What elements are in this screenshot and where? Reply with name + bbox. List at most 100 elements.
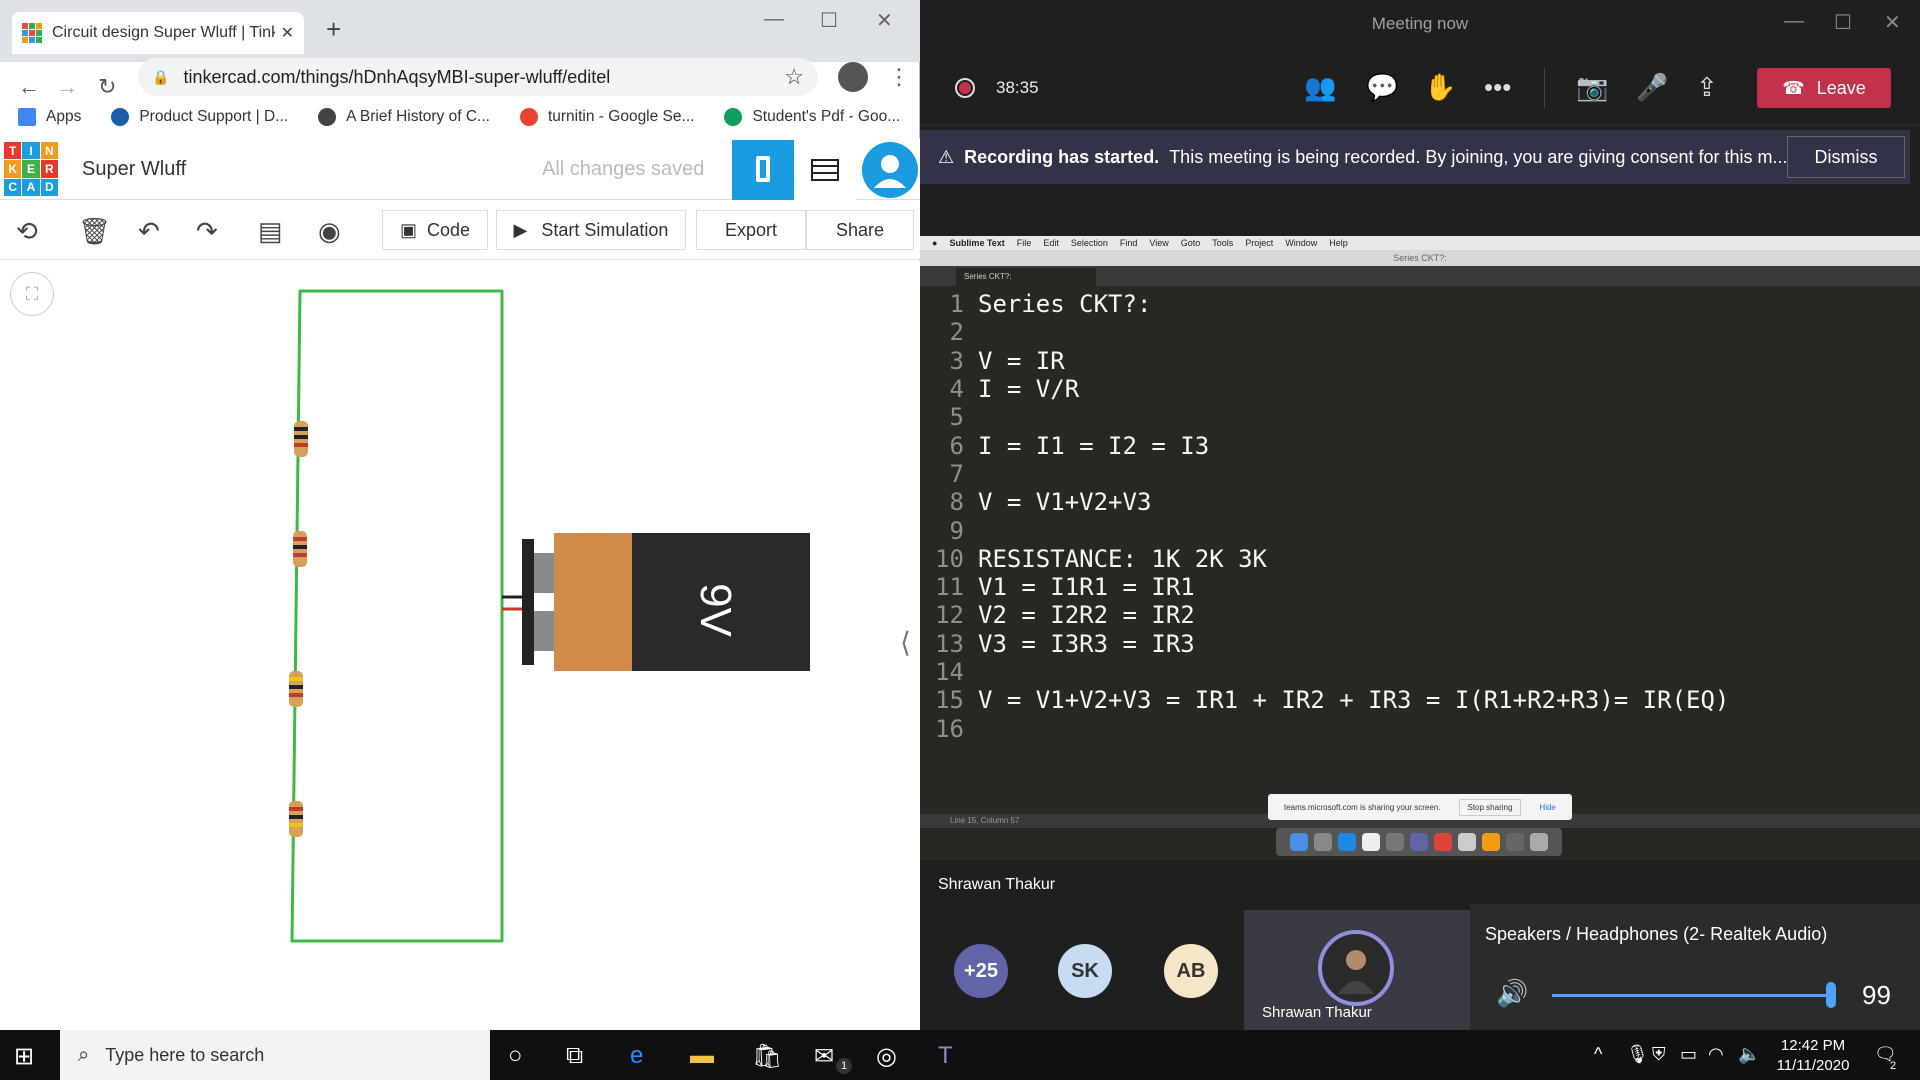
raise-hand-icon[interactable]: ✋: [1424, 72, 1456, 103]
dismiss-button[interactable]: Dismiss: [1787, 136, 1905, 178]
reload-icon[interactable]: ↻: [98, 74, 116, 100]
task-view-icon[interactable]: ⧉: [566, 1042, 583, 1070]
component-list-button[interactable]: [794, 140, 856, 200]
code-line[interactable]: 9: [920, 516, 1920, 545]
bookmark-star-icon[interactable]: ☆: [784, 64, 804, 90]
code-line[interactable]: 3 V = IR: [920, 347, 1920, 375]
teams-close-icon[interactable]: ✕: [1884, 10, 1901, 35]
profile-avatar[interactable]: [838, 62, 868, 92]
more-participants-badge[interactable]: +25: [954, 944, 1008, 998]
participants-icon[interactable]: 👥: [1304, 72, 1336, 103]
code-line[interactable]: 4 I = V/R: [920, 375, 1920, 403]
export-button[interactable]: Export: [696, 210, 806, 250]
code-line[interactable]: 11 V1 = I1R1 = IR1: [920, 573, 1920, 601]
close-tab-icon[interactable]: ✕: [281, 23, 294, 43]
store-icon[interactable]: 🛍: [752, 1042, 782, 1071]
edge-icon[interactable]: e: [630, 1042, 643, 1070]
teams-minimize-icon[interactable]: —: [1784, 10, 1804, 33]
code-line[interactable]: 7: [920, 460, 1920, 488]
start-simulation-button[interactable]: ▶ Start Simulation: [496, 210, 686, 250]
wire[interactable]: [290, 289, 504, 943]
line-number: 7: [949, 459, 964, 488]
code-line[interactable]: 6 I = I1 = I2 = I3: [920, 431, 1920, 460]
redo-icon[interactable]: ↷: [196, 216, 218, 247]
audio-device-name[interactable]: Speakers / Headphones (2- Realtek Audio): [1485, 924, 1827, 945]
maximize-icon[interactable]: ☐: [820, 8, 838, 33]
participant-avatar[interactable]: SK: [1058, 944, 1112, 998]
line-number: 15: [935, 686, 964, 715]
share-screen-icon[interactable]: ⇪: [1696, 72, 1718, 103]
windows-start-icon[interactable]: ⊞: [14, 1042, 34, 1071]
camera-off-icon[interactable]: 📷: [1576, 72, 1608, 103]
address-bar[interactable]: 🔒 tinkercad.com/things/hDnhAqsyMBI-super…: [138, 58, 818, 96]
code-line[interactable]: 5: [920, 403, 1920, 431]
mail-icon[interactable]: ✉: [814, 1042, 834, 1071]
mic-tray-icon[interactable]: 🎙: [1626, 1044, 1649, 1065]
project-title[interactable]: Super Wluff: [82, 158, 186, 181]
share-button[interactable]: Share: [806, 210, 914, 250]
code-line[interactable]: 12 V2 = I2R2 = IR2: [920, 601, 1920, 629]
forward-icon[interactable]: →: [56, 74, 78, 100]
code-line[interactable]: 15 V = V1+V2+V3 = IR1 + IR2 + IR3 = I(R1+…: [920, 686, 1920, 714]
teams-maximize-icon[interactable]: ☐: [1834, 10, 1852, 35]
security-tray-icon[interactable]: ⛨: [1652, 1044, 1666, 1065]
code-button[interactable]: ▣ Code: [382, 210, 488, 250]
bookmark-apps[interactable]: Apps: [18, 108, 81, 126]
chat-icon[interactable]: 💬: [1366, 72, 1398, 103]
teams-taskbar-icon[interactable]: T: [938, 1042, 953, 1070]
bookmark-history[interactable]: A Brief History of C...: [318, 108, 490, 126]
cortana-icon[interactable]: ○: [508, 1042, 523, 1070]
leave-button[interactable]: ☎ Leave: [1757, 68, 1891, 108]
undo-icon[interactable]: ↶: [138, 216, 160, 247]
code-line[interactable]: 8 V = V1+V2+V3: [920, 488, 1920, 516]
participant-avatar[interactable]: AB: [1164, 944, 1218, 998]
user-avatar[interactable]: [860, 140, 920, 200]
line-number: 4: [949, 375, 964, 404]
sim-label: Start Simulation: [541, 219, 669, 240]
chrome-menu-icon[interactable]: ⋮: [888, 64, 910, 90]
new-tab-icon[interactable]: +: [326, 14, 341, 45]
wifi-tray-icon[interactable]: ◠: [1708, 1044, 1724, 1065]
delete-icon[interactable]: 🗑: [78, 216, 111, 247]
circuit-view-button[interactable]: [732, 140, 794, 200]
bookmark-drive[interactable]: Student's Pdf - Goo...: [724, 108, 900, 126]
taskbar-clock[interactable]: 12:42 PM 11/11/2020: [1768, 1036, 1858, 1076]
show-hidden-icons[interactable]: ^: [1594, 1044, 1602, 1065]
resistor[interactable]: [294, 421, 308, 457]
collapse-panel-icon[interactable]: ⟨: [900, 626, 911, 659]
taskbar-search[interactable]: ⌕ Type here to search: [60, 1030, 490, 1080]
visibility-icon[interactable]: ◉: [318, 216, 341, 247]
close-window-icon[interactable]: ✕: [876, 8, 893, 33]
volume-slider-track[interactable]: [1552, 994, 1832, 997]
volume-tray-icon[interactable]: 🔈: [1738, 1044, 1760, 1065]
file-explorer-icon[interactable]: ▬: [690, 1042, 714, 1070]
mic-off-icon[interactable]: 🎤: [1636, 72, 1668, 103]
code-line[interactable]: 16: [920, 714, 1920, 743]
speaker-icon[interactable]: 🔊: [1496, 978, 1528, 1009]
minimize-icon[interactable]: —: [764, 8, 784, 31]
back-icon[interactable]: ←: [18, 74, 40, 100]
browser-tab[interactable]: Circuit design Super Wluff | Tinke ✕: [12, 12, 304, 54]
more-actions-icon[interactable]: •••: [1484, 72, 1511, 103]
battery-9v[interactable]: [522, 533, 810, 671]
battery-tray-icon[interactable]: ▭: [1680, 1044, 1697, 1065]
notes-icon[interactable]: ▤: [258, 216, 283, 247]
tinkercad-logo[interactable]: T I N K E R C A D: [4, 142, 58, 196]
line-number: 14: [935, 658, 964, 686]
volume-slider-thumb[interactable]: [1826, 982, 1836, 1008]
logo-letter: N: [40, 142, 58, 160]
dell-icon: [111, 108, 130, 126]
code-line[interactable]: 10 RESISTANCE: 1K 2K 3K: [920, 545, 1920, 573]
code-line[interactable]: 13 V3 = I3R3 = IR3: [920, 630, 1920, 658]
code-line[interactable]: 1 Series CKT?:: [920, 290, 1920, 318]
resistor[interactable]: [289, 671, 303, 707]
code-line[interactable]: 14: [920, 658, 1920, 686]
menu-item: Selection: [1070, 238, 1108, 248]
bookmark-dell[interactable]: Product Support | D...: [111, 108, 288, 126]
chrome-taskbar-icon[interactable]: ◎: [876, 1042, 897, 1071]
resistor[interactable]: [289, 801, 303, 837]
rotate-icon[interactable]: ⟲: [16, 216, 38, 247]
code-line[interactable]: 2: [920, 318, 1920, 346]
resistor[interactable]: [293, 531, 307, 567]
bookmark-turnitin[interactable]: turnitin - Google Se...: [519, 108, 694, 126]
